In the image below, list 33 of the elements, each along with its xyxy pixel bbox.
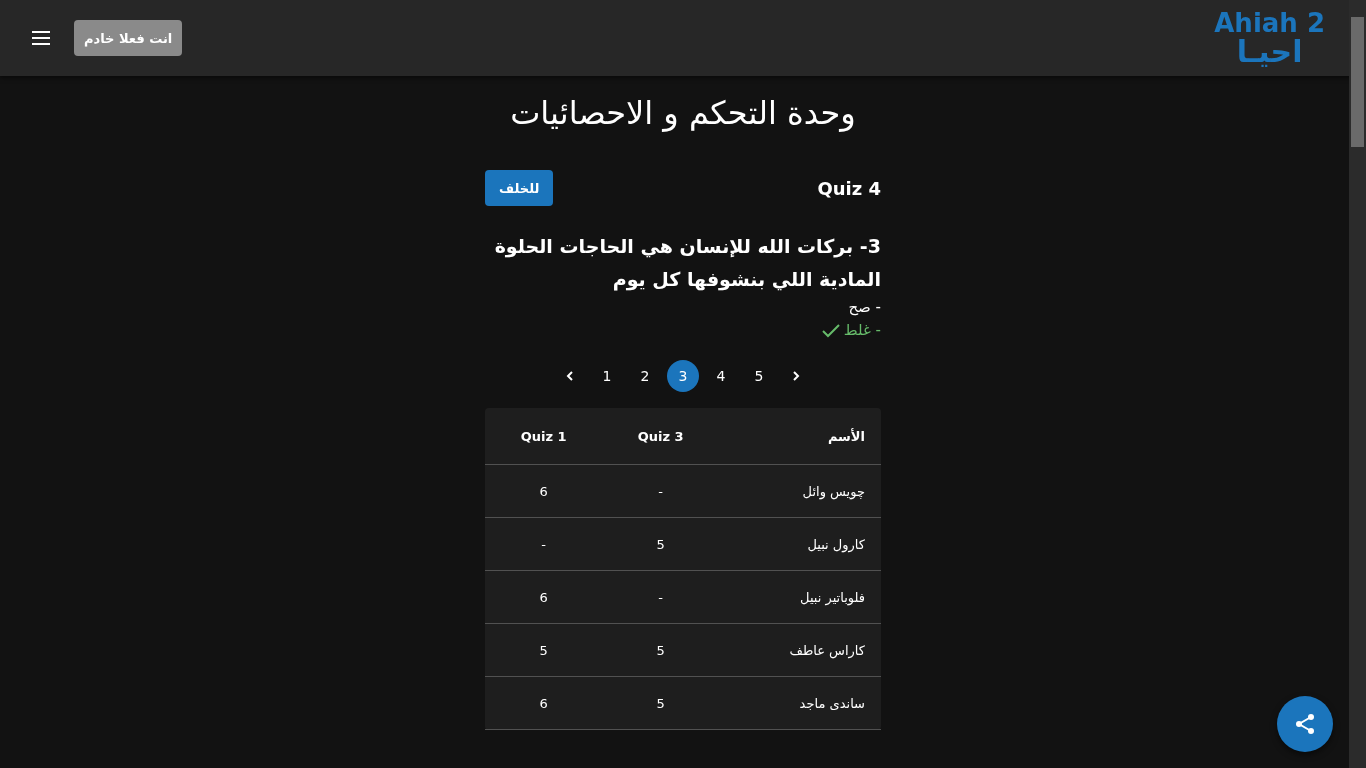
- page-button[interactable]: 1: [591, 360, 623, 392]
- page-button[interactable]: 3: [667, 360, 699, 392]
- page-button[interactable]: 5: [743, 360, 775, 392]
- column-header: Quiz 3: [602, 408, 720, 465]
- table-cell: 5: [485, 623, 603, 677]
- share-icon: [1294, 713, 1316, 735]
- check-icon: [821, 323, 840, 338]
- answer-text: - غلط: [843, 320, 881, 341]
- page-button[interactable]: 4: [705, 360, 737, 392]
- table-cell: -: [602, 464, 720, 518]
- table-cell: -: [602, 570, 720, 624]
- page-title: وحدة التحكم و الاحصائيات: [509, 94, 857, 132]
- column-header: الأسم: [719, 408, 881, 465]
- table-cell: 6: [485, 464, 603, 518]
- answer-text: - صح: [848, 297, 881, 318]
- table-cell: ساندى ماجد: [719, 676, 881, 730]
- table-cell: فلوباتير نبيل: [719, 570, 881, 624]
- table-cell: 6: [485, 570, 603, 624]
- question-text: 3- بركات الله للإنسان هي الحاجات الحلوة المادية اللي بنشوفها كل يوم: [493, 234, 881, 293]
- table-cell: كاراس عاطف: [719, 623, 881, 677]
- table-cell: چويس وائل: [719, 464, 881, 518]
- quiz-title: Quiz 4: [817, 177, 881, 199]
- share-button[interactable]: [1277, 696, 1333, 752]
- page-button[interactable]: 2: [629, 360, 661, 392]
- table-cell: 5: [602, 676, 720, 730]
- back-button[interactable]: للخلف: [485, 170, 554, 206]
- table-cell: 6: [485, 676, 603, 730]
- table-cell: 5: [602, 517, 720, 571]
- table-cell: 5: [602, 623, 720, 677]
- table-cell: كارول نبيل: [719, 517, 881, 571]
- column-header: Quiz 1: [485, 408, 603, 465]
- scrollbar[interactable]: [1349, 0, 1366, 768]
- table-cell: -: [485, 517, 603, 571]
